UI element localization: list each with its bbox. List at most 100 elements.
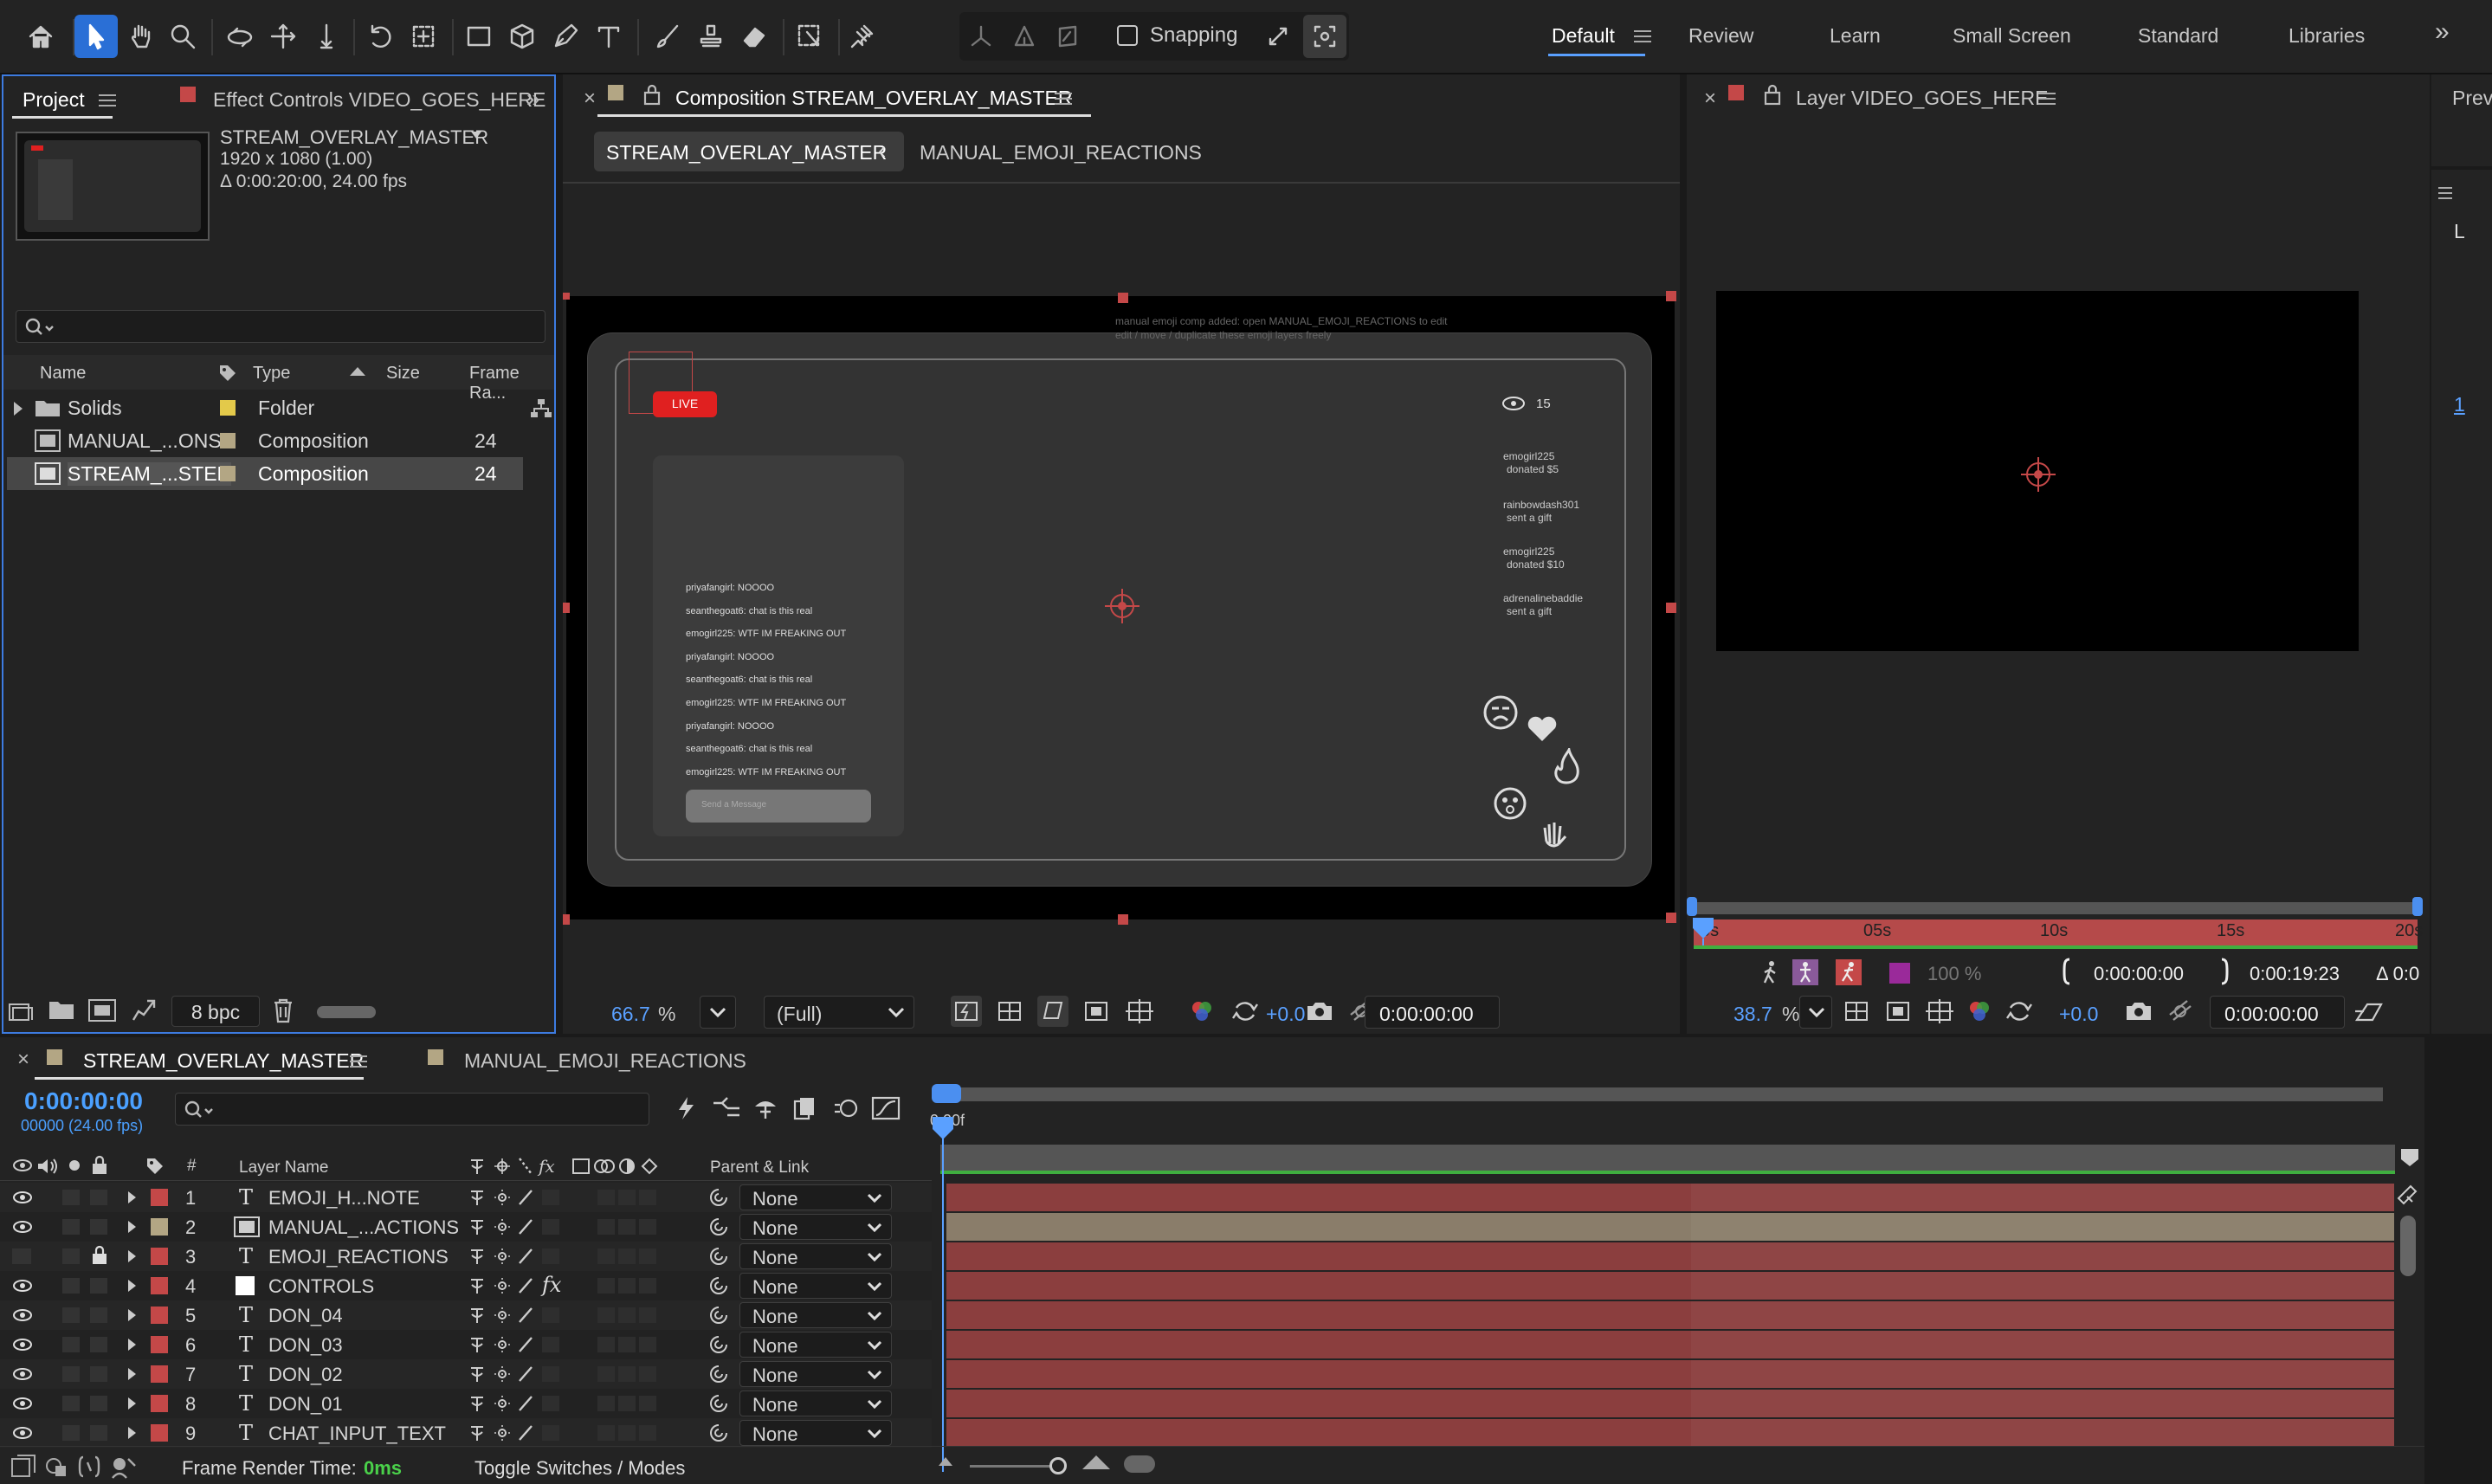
layer-name[interactable]: MANUAL_...ACTIONS <box>268 1216 459 1239</box>
expand-chevron-icon[interactable] <box>128 1397 136 1410</box>
label-color-swatch[interactable] <box>220 433 236 448</box>
solo-toggle[interactable] <box>62 1366 80 1382</box>
layer-label-swatch[interactable] <box>1889 963 1910 984</box>
layer-duration-bar[interactable] <box>946 1419 2394 1447</box>
lock-icon[interactable] <box>90 1155 109 1176</box>
grid-guides-icon[interactable] <box>1924 996 1955 1027</box>
switch-toggle[interactable] <box>639 1278 656 1294</box>
layer-switches[interactable] <box>468 1305 537 1326</box>
pick-whip-icon[interactable] <box>708 1393 729 1414</box>
lock-toggle[interactable] <box>90 1219 107 1235</box>
switch-toggle[interactable] <box>618 1248 636 1264</box>
workspace-menu-icon[interactable] <box>1634 30 1651 42</box>
render-queue-icon[interactable] <box>130 997 158 1023</box>
navigator-end-handle[interactable] <box>2412 897 2423 916</box>
switch-toggle[interactable] <box>597 1337 615 1352</box>
transform-handle[interactable] <box>1118 914 1128 925</box>
in-point-button[interactable] <box>1792 959 1818 985</box>
timeline-layer-row[interactable]: 8 T DON_01 None <box>0 1389 932 1418</box>
dolly-camera-icon[interactable] <box>305 15 348 58</box>
eye-icon[interactable] <box>12 1308 33 1322</box>
pick-whip-icon[interactable] <box>708 1187 729 1208</box>
interpret-footage-icon[interactable] <box>9 999 38 1023</box>
hand-tool-icon[interactable] <box>119 15 163 58</box>
transform-handle[interactable] <box>563 293 570 300</box>
crying-emoji-icon[interactable] <box>1482 694 1519 731</box>
expand-chevron-icon[interactable] <box>128 1280 136 1292</box>
video-visibility-icon[interactable] <box>12 1158 33 1172</box>
switch-toggle[interactable] <box>597 1425 615 1441</box>
eye-icon[interactable] <box>12 1397 33 1410</box>
fx-toggle[interactable] <box>542 1248 559 1264</box>
fx-toggle[interactable] <box>542 1425 559 1441</box>
graph-editor-icon[interactable] <box>871 1094 901 1122</box>
timeline-tab-other[interactable]: MANUAL_EMOJI_REACTIONS <box>464 1049 746 1073</box>
set-in-point-icon[interactable] <box>2061 958 2073 985</box>
puppet-pin-tool-icon[interactable] <box>840 15 883 58</box>
pick-whip-icon[interactable] <box>708 1364 729 1384</box>
lock-icon[interactable] <box>642 83 662 106</box>
expand-chevron-icon[interactable] <box>128 1250 136 1262</box>
draft-3d-icon[interactable] <box>712 1094 741 1122</box>
switch-toggle[interactable] <box>639 1307 656 1323</box>
workspace-review[interactable]: Review <box>1688 24 1753 48</box>
trash-icon[interactable] <box>272 997 294 1023</box>
zoom-out-icon[interactable] <box>939 1457 952 1466</box>
sort-ascending-icon[interactable] <box>350 367 365 376</box>
layer-time-navigator[interactable] <box>1692 902 2416 914</box>
snap-edges-icon[interactable] <box>1256 15 1300 58</box>
timeline-current-time[interactable]: 0:00:00:00 <box>24 1087 143 1115</box>
pick-whip-icon[interactable] <box>708 1216 729 1237</box>
navigator-start-handle[interactable] <box>1687 897 1697 916</box>
orbit-camera-icon[interactable] <box>218 15 261 58</box>
transform-handle[interactable] <box>563 914 570 925</box>
reset-exposure-icon[interactable] <box>1230 996 1261 1027</box>
zoom-dropdown[interactable] <box>700 996 736 1029</box>
region-of-interest-icon[interactable] <box>1081 996 1112 1027</box>
fx-icon[interactable]: fx <box>542 1273 561 1297</box>
3d-box-tool-icon[interactable] <box>500 15 544 58</box>
channels-icon[interactable] <box>1964 996 1995 1027</box>
anchor-point-icon[interactable] <box>2019 455 2057 494</box>
switch-toggle[interactable] <box>618 1425 636 1441</box>
snapshot-camera-icon[interactable] <box>1304 996 1335 1027</box>
layer-tab-title[interactable]: Layer VIDEO_GOES_HERE <box>1796 87 2048 110</box>
home-icon[interactable] <box>19 15 62 58</box>
fx-toggle[interactable] <box>542 1307 559 1323</box>
solo-toggle[interactable] <box>62 1425 80 1441</box>
layer-name[interactable]: DON_02 <box>268 1364 343 1386</box>
layer-name[interactable]: CONTROLS <box>268 1275 374 1298</box>
layer-switches[interactable] <box>468 1275 537 1296</box>
lock-toggle[interactable] <box>90 1278 107 1294</box>
switch-toggle[interactable] <box>597 1278 615 1294</box>
axis-view-icon[interactable] <box>1046 15 1089 58</box>
timeline-tab-active[interactable]: STREAM_OVERLAY_MASTER <box>83 1049 364 1073</box>
lock-toggle[interactable] <box>90 1396 107 1411</box>
transparency-grid-icon[interactable] <box>1841 996 1872 1027</box>
transform-handle[interactable] <box>1118 293 1128 303</box>
parent-dropdown[interactable]: None <box>739 1332 892 1358</box>
pick-whip-icon[interactable] <box>708 1275 729 1296</box>
composition-canvas[interactable]: manual emoji comp added: open MANUAL_EMO… <box>566 296 1675 919</box>
project-item-solids[interactable]: Solids Folder <box>7 391 552 424</box>
solo-toggle[interactable] <box>62 1307 80 1323</box>
tab-preview[interactable]: Previ <box>2452 87 2492 110</box>
parent-dropdown[interactable]: None <box>739 1390 892 1416</box>
col-layer-name[interactable]: Layer Name <box>239 1158 329 1178</box>
project-item-manual-emoji[interactable]: MANUAL_...ONS Composition 24 <box>7 424 526 457</box>
label-color-swatch[interactable] <box>151 1395 168 1412</box>
label-color-swatch[interactable] <box>220 466 236 481</box>
transform-handle[interactable] <box>1666 913 1676 923</box>
zoom-value[interactable]: 38.7 <box>1733 1003 1772 1026</box>
clapping-hands-emoji-icon[interactable] <box>1538 816 1572 850</box>
layer-duration-bar[interactable] <box>946 1331 2394 1358</box>
comp-marker-bin-icon[interactable] <box>2398 1146 2421 1169</box>
pan-camera-icon[interactable] <box>261 15 305 58</box>
workspace-overflow-icon[interactable]: » <box>2435 17 2450 47</box>
expand-chevron-icon[interactable] <box>128 1339 136 1351</box>
clone-stamp-tool-icon[interactable] <box>689 15 733 58</box>
channels-icon[interactable] <box>1186 996 1217 1027</box>
layer-duration-bar[interactable] <box>946 1213 2394 1241</box>
composition-menu-icon[interactable] <box>1055 93 1072 105</box>
region-of-interest-icon[interactable] <box>1882 996 1914 1027</box>
